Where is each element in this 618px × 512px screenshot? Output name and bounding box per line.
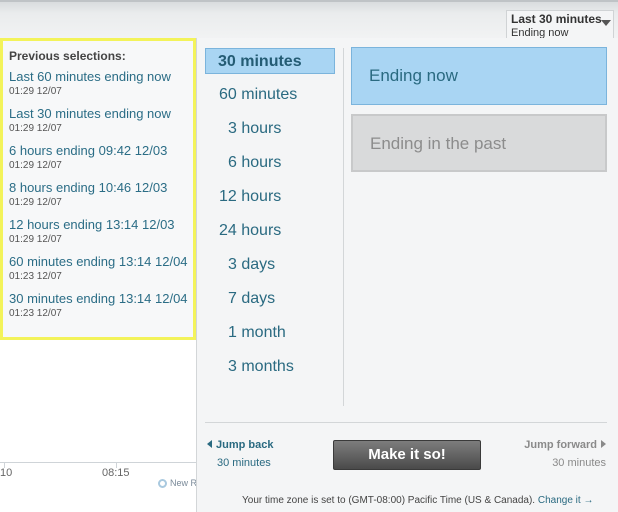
previous-selection-item[interactable]: 30 minutes ending 13:14 12/04 01:23 12/0…	[9, 290, 193, 321]
jump-forward-button[interactable]: Jump forward 30 minutes	[524, 438, 606, 470]
previous-selection-label: 6 hours ending 09:42 12/03	[9, 143, 168, 158]
previous-selection-item[interactable]: 6 hours ending 09:42 12/03 01:29 12/07	[9, 142, 193, 173]
previous-selection-date: 01:23 12/07	[9, 308, 62, 319]
previous-selection-date: 01:29 12/07	[9, 160, 62, 171]
duration-option[interactable]: 60 minutes	[205, 82, 335, 108]
footer-divider	[205, 422, 607, 423]
previous-selection-date: 01:29 12/07	[9, 86, 62, 97]
previous-selection-item[interactable]: Last 30 minutes ending now 01:29 12/07	[9, 105, 193, 136]
previous-selection-label: Last 30 minutes ending now	[9, 106, 171, 121]
previous-selection-label: 12 hours ending 13:14 12/03	[9, 217, 175, 232]
duration-option[interactable]: 12 hours	[205, 184, 335, 210]
arrow-right-icon	[601, 440, 606, 448]
time-range-dropdown: 30 minutes 60 minutes 3 hours 6 hours 12…	[196, 38, 618, 512]
previous-selection-item[interactable]: 8 hours ending 10:46 12/03 01:29 12/07	[9, 179, 193, 210]
previous-selection-label: 30 minutes ending 13:14 12/04	[9, 291, 188, 306]
duration-option[interactable]: 7 days	[205, 286, 335, 312]
legend-circle-icon	[158, 479, 167, 488]
duration-option[interactable]: 6 hours	[205, 150, 335, 176]
chart-tick-label: 10	[0, 467, 13, 479]
previous-selection-item[interactable]: Last 60 minutes ending now 01:29 12/07	[9, 68, 193, 99]
duration-option[interactable]: 24 hours	[205, 218, 335, 244]
caret-down-icon	[601, 20, 611, 26]
previous-selections-title: Previous selections:	[9, 49, 126, 63]
jump-back-label: Jump back	[216, 439, 274, 451]
arrow-left-icon	[207, 440, 212, 448]
jump-forward-amount: 30 minutes	[552, 457, 606, 469]
timezone-text: Your time zone is set to (GMT-08:00) Pac…	[242, 495, 536, 506]
chart-x-axis	[0, 462, 196, 463]
previous-selection-item[interactable]: 60 minutes ending 13:14 12/04 01:23 12/0…	[9, 253, 193, 284]
previous-selection-date: 01:29 12/07	[9, 197, 62, 208]
ending-now-button[interactable]: Ending now	[351, 47, 607, 105]
duration-list: 30 minutes 60 minutes 3 hours 6 hours 12…	[205, 48, 335, 388]
column-divider	[343, 48, 344, 406]
top-bar: Last 30 minutes Ending now	[0, 0, 618, 42]
jump-forward-label: Jump forward	[524, 439, 597, 451]
duration-option[interactable]: 30 minutes	[205, 48, 335, 74]
previous-selection-label: Last 60 minutes ending now	[9, 69, 171, 84]
jump-back-amount: 30 minutes	[217, 457, 271, 469]
previous-selection-label: 60 minutes ending 13:14 12/04	[9, 254, 188, 269]
previous-selection-label: 8 hours ending 10:46 12/03	[9, 180, 168, 195]
previous-selection-date: 01:29 12/07	[9, 234, 62, 245]
timezone-notice: Your time zone is set to (GMT-08:00) Pac…	[242, 495, 593, 506]
duration-option[interactable]: 1 month	[205, 320, 335, 346]
duration-option[interactable]: 3 months	[205, 354, 335, 380]
duration-option[interactable]: 3 days	[205, 252, 335, 278]
previous-selection-item[interactable]: 12 hours ending 13:14 12/03 01:29 12/07	[9, 216, 193, 247]
previous-selection-date: 01:23 12/07	[9, 271, 62, 282]
duration-option[interactable]: 3 hours	[205, 116, 335, 142]
previous-selections-panel: Previous selections: Last 60 minutes end…	[0, 38, 196, 340]
chart-tick-label: 08:15	[102, 467, 130, 479]
previous-selection-date: 01:29 12/07	[9, 123, 62, 134]
time-range-label: Last 30 minutes	[511, 12, 602, 26]
change-timezone-link[interactable]: Change it →	[538, 495, 594, 506]
ending-in-past-button[interactable]: Ending in the past	[351, 114, 607, 172]
make-it-so-button[interactable]: Make it so!	[333, 440, 481, 470]
jump-back-button[interactable]: Jump back 30 minutes	[207, 438, 273, 470]
